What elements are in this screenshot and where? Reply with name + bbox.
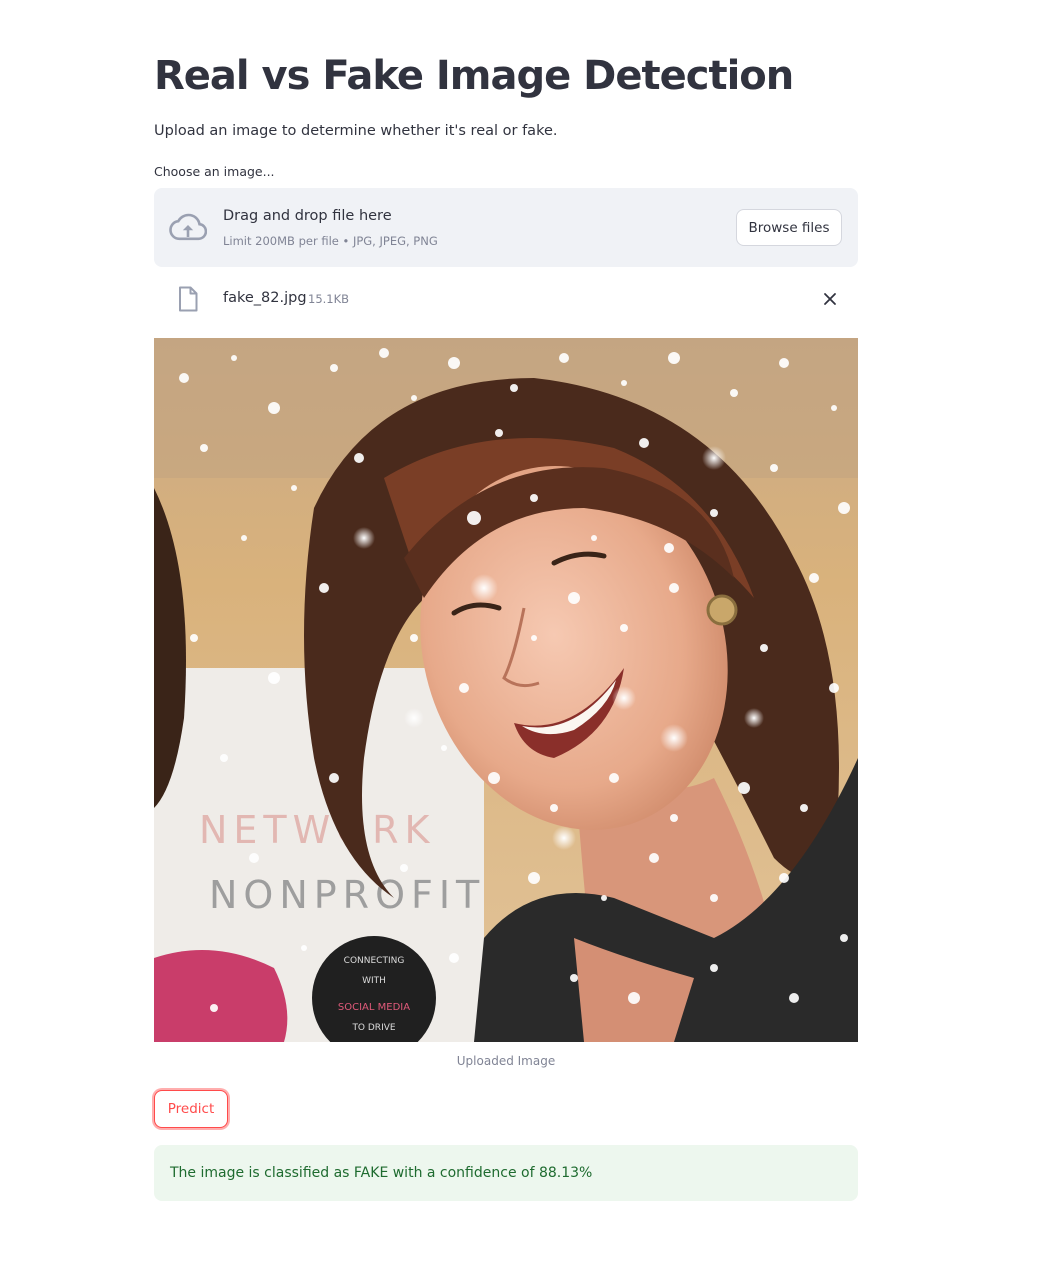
prediction-result-alert: The image is classified as FAKE with a c… [154, 1145, 858, 1201]
prediction-result-text: The image is classified as FAKE with a c… [170, 1165, 593, 1181]
banner-text-line-1: NETWORK [199, 808, 435, 852]
uploaded-file-size: 15.1KB [308, 292, 350, 306]
dropzone-title: Drag and drop file here [223, 208, 392, 224]
predict-button[interactable]: Predict [154, 1090, 228, 1128]
page-subtitle: Upload an image to determine whether it'… [154, 123, 558, 139]
browse-files-button[interactable]: Browse files [736, 209, 842, 246]
uploaded-file-name: fake_82.jpg [223, 290, 307, 306]
cloud-upload-icon [169, 213, 207, 241]
uploaded-file-row: fake_82.jpg 15.1KB [154, 280, 858, 318]
page-title: Real vs Fake Image Detection [154, 53, 794, 99]
file-dropzone[interactable]: Drag and drop file here Limit 200MB per … [154, 188, 858, 267]
dropzone-limit-text: Limit 200MB per file • JPG, JPEG, PNG [223, 234, 438, 248]
close-icon[interactable] [820, 289, 840, 309]
uploaded-image: NETWORK NONPROFIT CONNECTING WITH SOCIAL… [154, 338, 858, 1042]
file-uploader-label: Choose an image... [154, 164, 275, 179]
badge-text-line-1: CONNECTING [344, 956, 405, 966]
badge-text-line-3: SOCIAL MEDIA [338, 1002, 410, 1013]
file-icon [179, 286, 198, 312]
badge-text-line-2: WITH [362, 976, 386, 986]
uploaded-photo: NETWORK NONPROFIT CONNECTING WITH SOCIAL… [154, 338, 858, 1042]
image-caption: Uploaded Image [456, 1054, 556, 1068]
banner-text-line-2: NONPROFIT [209, 873, 485, 917]
badge-text-line-4: TO DRIVE [351, 1023, 395, 1033]
